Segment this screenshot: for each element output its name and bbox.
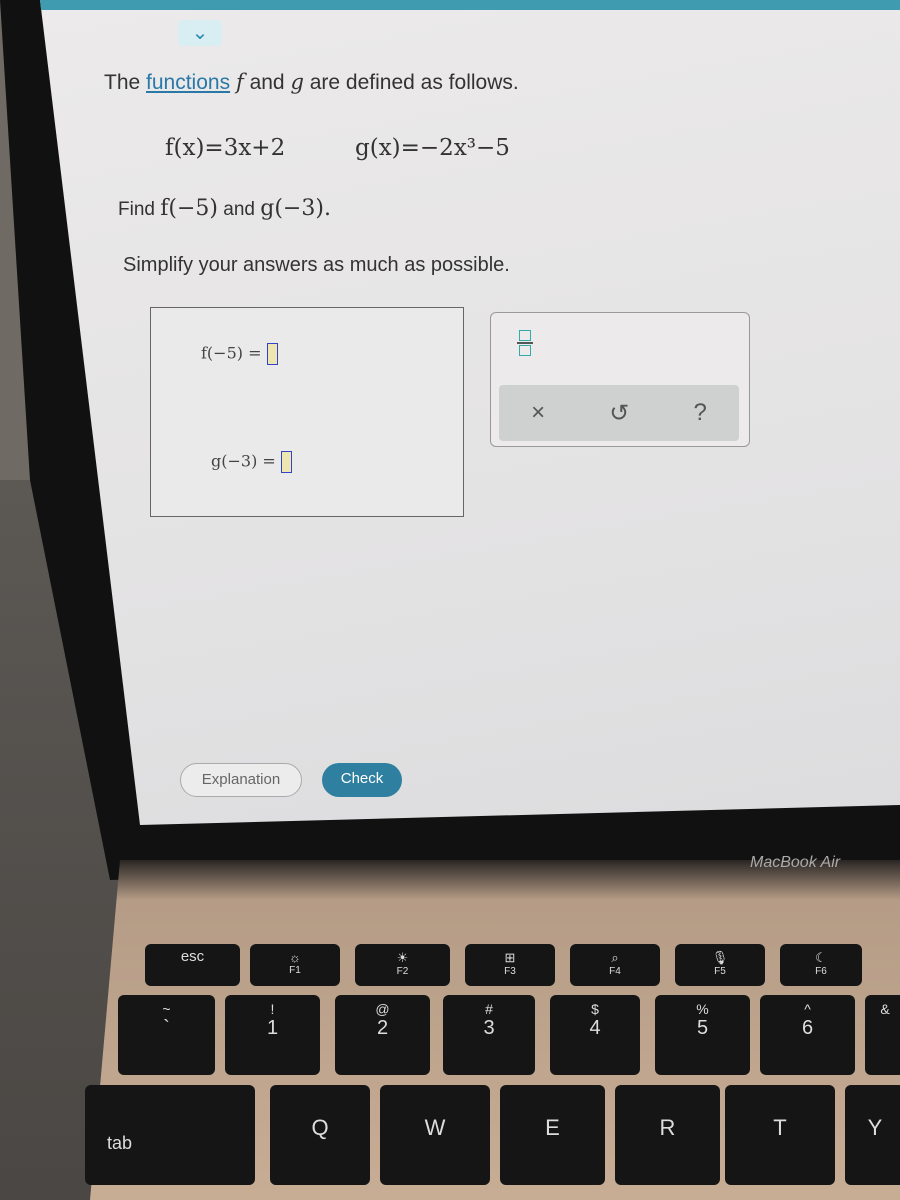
find-f: f(−5) bbox=[160, 196, 218, 221]
keyboard-key[interactable]: W bbox=[380, 1085, 490, 1185]
keyboard-key[interactable]: % 5 bbox=[655, 995, 750, 1075]
key-label: F5 bbox=[714, 966, 726, 977]
key-top-label: ☾ bbox=[815, 950, 827, 965]
math-keypad: × ↺ ? bbox=[490, 312, 750, 447]
help-button[interactable]: ? bbox=[694, 399, 707, 427]
key-top-label: % bbox=[696, 1001, 709, 1017]
find-and: and bbox=[223, 199, 255, 220]
intro-and: and bbox=[249, 71, 285, 94]
f-answer-input[interactable] bbox=[266, 343, 278, 365]
key-top-label: @ bbox=[375, 1001, 390, 1017]
key-label: R bbox=[659, 1115, 676, 1140]
key-label: F1 bbox=[289, 965, 301, 976]
g-symbol: g bbox=[290, 70, 304, 94]
keyboard-key[interactable]: $4 bbox=[550, 995, 640, 1075]
f-definition: f(x)=3x+2 bbox=[165, 135, 286, 161]
key-label: F6 bbox=[815, 966, 827, 977]
key-label: Q bbox=[311, 1115, 329, 1140]
g-definition: g(x)=−2x³−5 bbox=[355, 135, 510, 161]
f-answer-row: f(−5) = bbox=[201, 343, 278, 365]
keyboard-key[interactable]: 🎙 F5 bbox=[675, 944, 765, 986]
key-label: T bbox=[773, 1115, 787, 1140]
key-label: 2 bbox=[376, 1017, 389, 1039]
functions-link[interactable]: functions bbox=[146, 71, 230, 94]
key-top-label: & bbox=[880, 1001, 890, 1017]
key-label: F3 bbox=[504, 966, 516, 977]
key-top-label: ☼ bbox=[289, 950, 301, 965]
keyboard-key[interactable]: E bbox=[500, 1085, 605, 1185]
key-label: 5 bbox=[696, 1017, 709, 1039]
key-top-label: ☀ bbox=[396, 950, 409, 965]
find-label: Find bbox=[118, 199, 155, 220]
key-top-label: 🎙 bbox=[711, 950, 729, 965]
key-top-label: ^ bbox=[804, 1001, 811, 1017]
key-label: esc bbox=[180, 948, 205, 965]
clear-button[interactable]: × bbox=[531, 399, 545, 427]
key-label: ` bbox=[163, 1017, 170, 1039]
keyboard-key[interactable]: ⊞ F3 bbox=[465, 944, 555, 986]
laptop-brand-label: MacBook Air bbox=[750, 854, 841, 871]
key-label: tab bbox=[107, 1133, 133, 1153]
check-button[interactable]: Check bbox=[322, 763, 402, 797]
f-symbol: f bbox=[235, 70, 244, 94]
keyboard-key[interactable]: Y bbox=[845, 1085, 900, 1185]
explanation-button[interactable]: Explanation bbox=[180, 763, 302, 797]
keyboard-key[interactable]: ^ 6 bbox=[760, 995, 855, 1075]
keyboard-key[interactable]: tab bbox=[85, 1085, 255, 1185]
keyboard-key[interactable]: ! 1 bbox=[225, 995, 320, 1075]
key-label: Y bbox=[867, 1115, 883, 1140]
keyboard-key[interactable]: R bbox=[615, 1085, 720, 1185]
f-answer-label: f(−5) = bbox=[201, 343, 262, 363]
key-top-label: ⊞ bbox=[504, 950, 516, 965]
key-top-label: # bbox=[485, 1001, 493, 1017]
undo-button[interactable]: ↺ bbox=[609, 399, 629, 428]
top-accent-bar bbox=[40, 0, 900, 10]
keyboard-key[interactable]: ~ ` bbox=[118, 995, 215, 1075]
key-label: 3 bbox=[483, 1017, 495, 1039]
keyboard-key[interactable]: ☼ F1 bbox=[250, 944, 340, 986]
keyboard-key[interactable]: ☾ F6 bbox=[780, 944, 862, 986]
key-label: 6 bbox=[801, 1017, 814, 1039]
key-label: F4 bbox=[609, 966, 621, 977]
keypad-toolbar: × ↺ ? bbox=[499, 385, 739, 441]
keyboard-key[interactable]: & bbox=[865, 995, 900, 1075]
answer-box: f(−5) = g(−3) = bbox=[150, 307, 464, 517]
question-intro: The functions f and g are defined as fol… bbox=[104, 70, 519, 95]
find-g: g(−3). bbox=[260, 196, 331, 221]
g-answer-input[interactable] bbox=[280, 451, 292, 473]
key-label: 1 bbox=[266, 1017, 279, 1039]
keyboard-key[interactable]: ☀ F2 bbox=[355, 944, 450, 986]
g-answer-label: g(−3) = bbox=[211, 451, 276, 471]
key-label: E bbox=[545, 1115, 560, 1140]
keyboard-key[interactable]: esc bbox=[145, 944, 240, 986]
key-top-label: ! bbox=[270, 1001, 275, 1017]
keyboard-key[interactable]: ⌕ F4 bbox=[570, 944, 660, 986]
g-answer-row: g(−3) = bbox=[211, 451, 292, 473]
key-label: W bbox=[424, 1115, 446, 1140]
laptop-screen: ⌄ The functions f and g are defined as f… bbox=[40, 0, 900, 825]
keyboard-key[interactable]: #3 bbox=[443, 995, 535, 1075]
find-prompt: Find f(−5) and g(−3). bbox=[118, 196, 331, 221]
key-label: F2 bbox=[396, 966, 409, 977]
fraction-button[interactable] bbox=[517, 329, 533, 357]
keyboard-key[interactable]: T bbox=[725, 1085, 835, 1185]
instruction: Simplify your answers as much as possibl… bbox=[123, 254, 510, 276]
keyboard-key[interactable]: @2 bbox=[335, 995, 430, 1075]
key-label: 4 bbox=[589, 1017, 601, 1039]
key-top-label: ~ bbox=[162, 1001, 171, 1017]
key-top-label: $ bbox=[591, 1001, 599, 1017]
chevron-down-icon: ⌄ bbox=[191, 22, 209, 44]
intro-post: are defined as follows. bbox=[309, 71, 519, 94]
keyboard-key[interactable]: Q bbox=[270, 1085, 370, 1185]
key-top-label: ⌕ bbox=[611, 950, 619, 965]
collapse-chevron-button[interactable]: ⌄ bbox=[178, 20, 222, 46]
intro-text: The bbox=[104, 71, 141, 94]
